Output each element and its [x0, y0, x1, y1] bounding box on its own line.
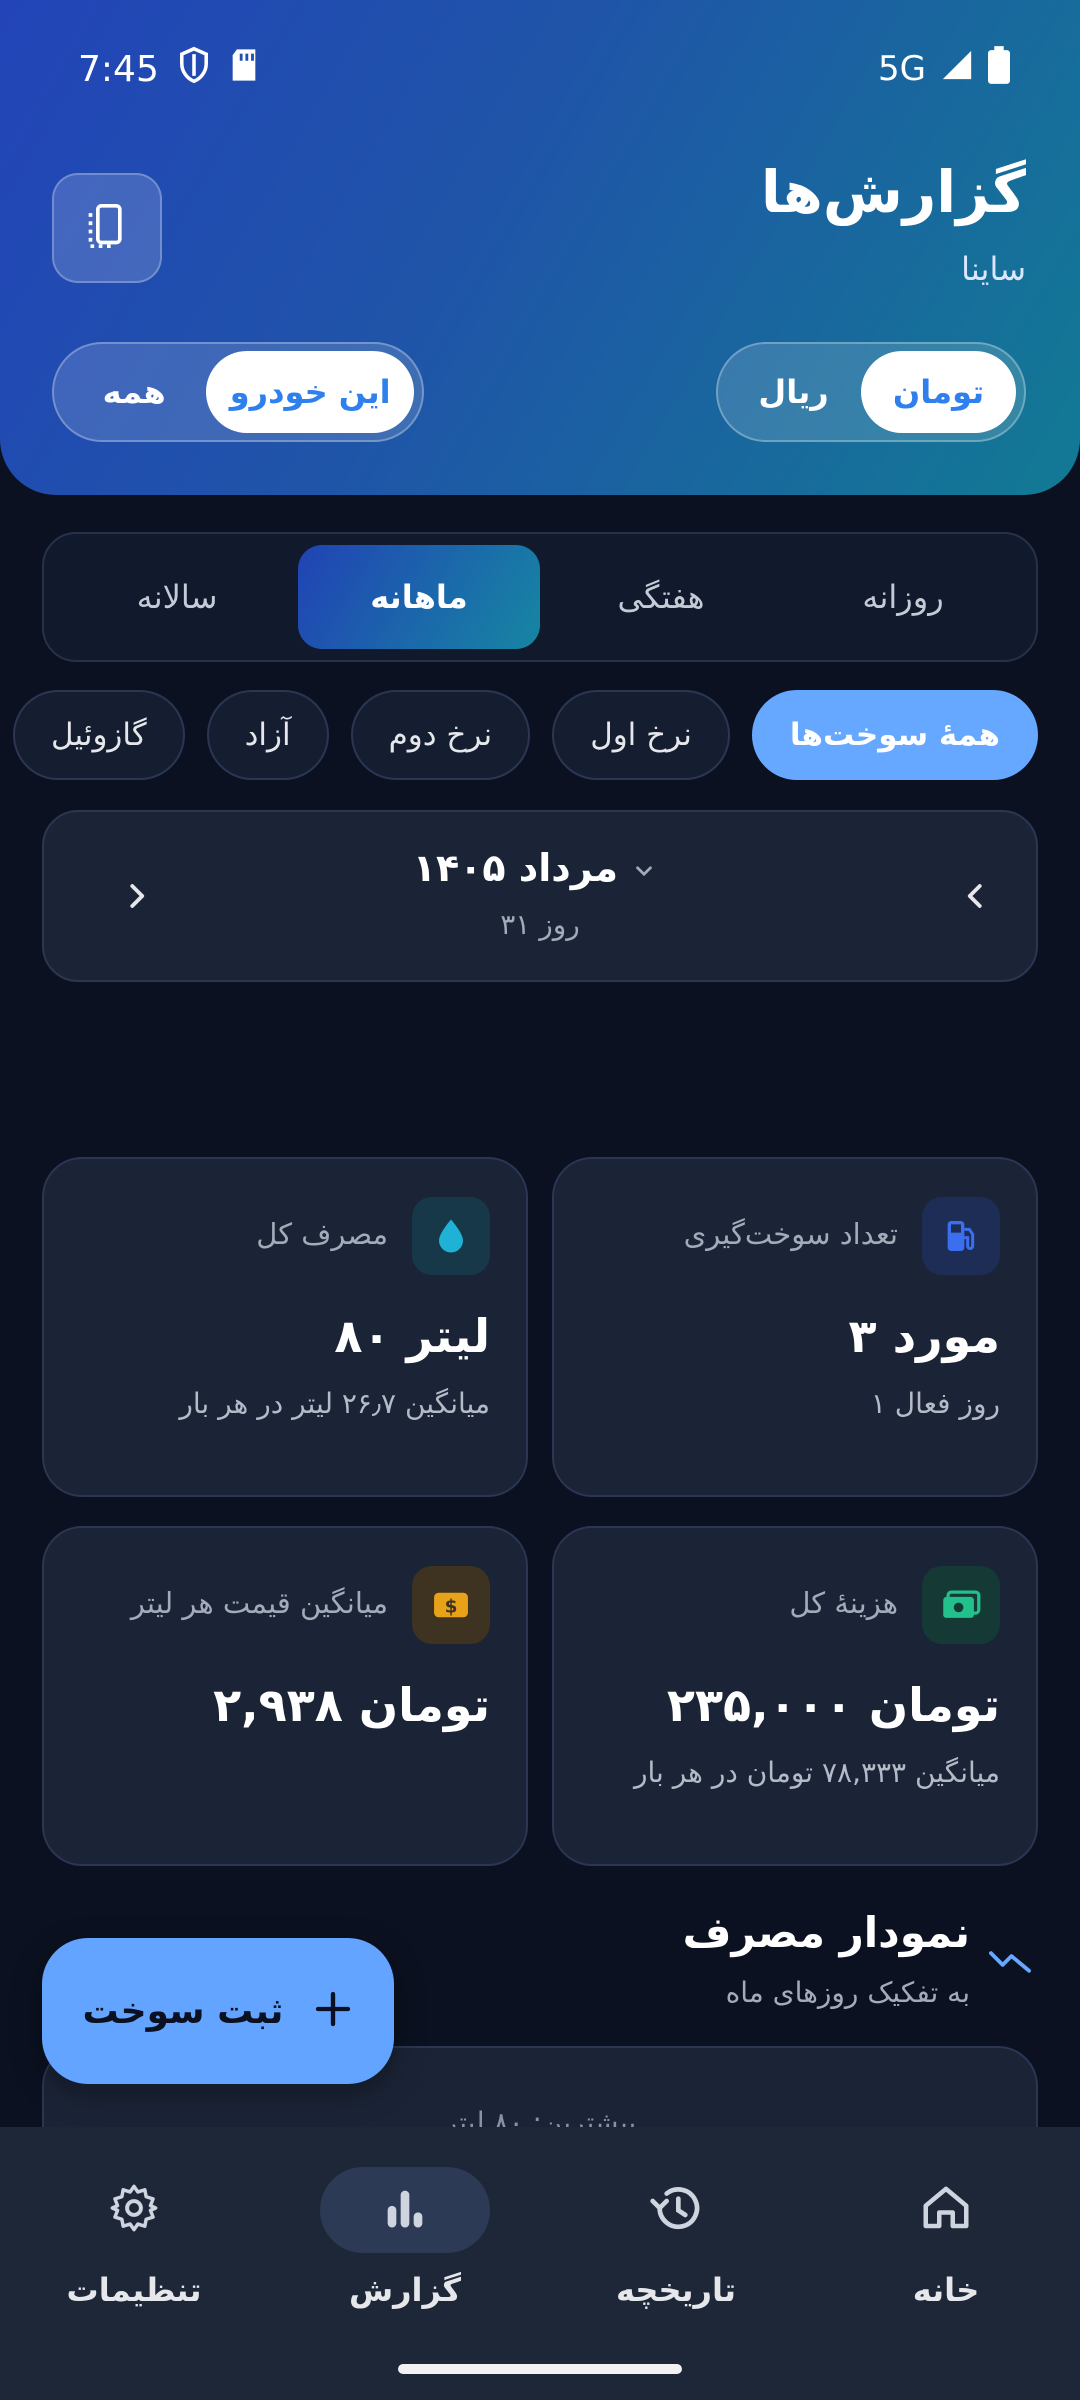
nav-label-report: گزارش	[348, 2271, 462, 2309]
nav-item-history[interactable]: تاریخچه	[566, 2167, 786, 2347]
currency-toggle: تومان ریال	[716, 342, 1026, 442]
chart-section-subtitle: به تفکیک روزهای ماه	[725, 1976, 970, 2009]
bar-chart-icon	[379, 2182, 431, 2238]
status-time: 7:45	[78, 48, 159, 90]
chip-rate-two[interactable]: نرخ دوم	[350, 690, 531, 780]
water-drop-icon	[412, 1197, 490, 1275]
nav-settings-pill	[49, 2167, 219, 2253]
avg-price-value: ۲,۹۳۸ تومان	[213, 1678, 490, 1732]
period-tabs: روزانه هفتگی ماهانه سالانه	[42, 532, 1038, 662]
page-title: گزارش‌ها	[760, 158, 1026, 226]
total-consumption-card: مصرف کل ۸۰ لیتر میانگین ۲۶٫۷ لیتر در هر …	[42, 1157, 528, 1497]
avg-price-label: میانگین قیمت هر لیتر	[130, 1586, 388, 1620]
tab-monthly[interactable]: ماهانه	[298, 545, 540, 649]
page-subtitle: ساینا	[961, 250, 1026, 288]
tab-weekly[interactable]: هفتگی	[540, 545, 782, 649]
chart-section-title: نمودار مصرف	[682, 1908, 970, 1957]
total-consumption-sub: میانگین ۲۶٫۷ لیتر در هر بار	[179, 1387, 490, 1420]
avg-price-card: $ میانگین قیمت هر لیتر ۲,۹۳۸ تومان	[42, 1526, 528, 1866]
nav-report-pill	[320, 2167, 490, 2253]
fuel-filter-chips: همهٔ سوخت‌ها نرخ اول نرخ دوم آزاد گازوئی…	[12, 690, 1038, 780]
tab-daily[interactable]: روزانه	[782, 545, 1024, 649]
month-label: مرداد ۱۴۰۵	[412, 846, 618, 890]
vehicle-option-all[interactable]: همه	[62, 351, 206, 433]
price-tag-icon: $	[412, 1566, 490, 1644]
sd-card-icon	[229, 48, 259, 91]
chip-all-fuels[interactable]: همهٔ سوخت‌ها	[751, 690, 1038, 780]
chevron-right-icon	[121, 881, 151, 915]
refuel-count-value: ۳ مورد	[848, 1309, 1000, 1363]
total-cost-sub: میانگین ۷۸,۳۳۳ تومان در هر بار	[633, 1756, 1000, 1789]
document-icon	[85, 202, 129, 254]
chip-rate-one[interactable]: نرخ اول	[552, 690, 730, 780]
currency-option-rial[interactable]: ریال	[726, 351, 861, 433]
tab-yearly[interactable]: سالانه	[56, 545, 298, 649]
total-consumption-value: ۸۰ لیتر	[334, 1309, 490, 1363]
nav-history-pill	[591, 2167, 761, 2253]
shield-icon	[177, 46, 211, 93]
refuel-count-card: تعداد سوخت‌گیری ۳ مورد ۱ روز فعال	[552, 1157, 1038, 1497]
chip-free[interactable]: آزاد	[206, 690, 329, 780]
currency-option-toman[interactable]: تومان	[861, 351, 1016, 433]
total-cost-label: هزینهٔ کل	[789, 1586, 898, 1620]
money-icon	[922, 1566, 1000, 1644]
chevron-down-icon	[631, 849, 657, 893]
month-selector: مرداد ۱۴۰۵ ۳۱ روز	[42, 810, 1038, 982]
bottom-navigation: تنظیمات گزارش تاریخچه خانه	[0, 2127, 1080, 2400]
nav-item-report[interactable]: گزارش	[295, 2167, 515, 2347]
month-dropdown[interactable]: مرداد ۱۴۰۵	[44, 846, 1036, 893]
svg-text:$: $	[445, 1597, 458, 1618]
refuel-count-label: تعداد سوخت‌گیری	[683, 1217, 898, 1251]
total-cost-value: ۲۳۵,۰۰۰ تومان	[666, 1678, 1000, 1732]
month-days: ۳۱ روز	[500, 908, 580, 941]
trend-icon	[988, 1944, 1032, 1978]
total-consumption-label: مصرف کل	[256, 1217, 388, 1251]
status-bar: 7:45 5G	[78, 42, 1010, 96]
add-fuel-label: ثبت سوخت	[82, 1990, 284, 2032]
fuel-pump-icon	[922, 1197, 1000, 1275]
nav-home-pill	[861, 2167, 1031, 2253]
vehicle-toggle: این خودرو همه	[52, 342, 424, 442]
network-type: 5G	[878, 49, 926, 89]
export-button[interactable]	[52, 173, 162, 283]
nav-label-settings: تنظیمات	[66, 2271, 202, 2309]
nav-item-settings[interactable]: تنظیمات	[24, 2167, 244, 2347]
signal-icon	[940, 48, 974, 91]
gear-icon	[108, 2182, 160, 2238]
history-icon	[648, 2180, 704, 2240]
add-fuel-button[interactable]: ثبت سوخت	[42, 1938, 394, 2084]
plus-icon	[313, 1984, 353, 2038]
nav-label-home: خانه	[912, 2271, 980, 2309]
next-month-button[interactable]	[106, 868, 166, 928]
battery-icon	[988, 45, 1010, 93]
refuel-count-sub: ۱ روز فعال	[870, 1387, 1000, 1420]
vehicle-option-this-car[interactable]: این خودرو	[206, 351, 414, 433]
chip-diesel[interactable]: گازوئیل	[12, 690, 185, 780]
header: 7:45 5G گزارش‌ها ساینا تومان ریال	[0, 0, 1080, 495]
nav-label-history: تاریخچه	[616, 2271, 736, 2309]
home-icon	[919, 2181, 973, 2239]
total-cost-card: هزینهٔ کل ۲۳۵,۰۰۰ تومان میانگین ۷۸,۳۳۳ ت…	[552, 1526, 1038, 1866]
nav-item-home[interactable]: خانه	[836, 2167, 1056, 2347]
home-indicator[interactable]	[398, 2364, 682, 2374]
